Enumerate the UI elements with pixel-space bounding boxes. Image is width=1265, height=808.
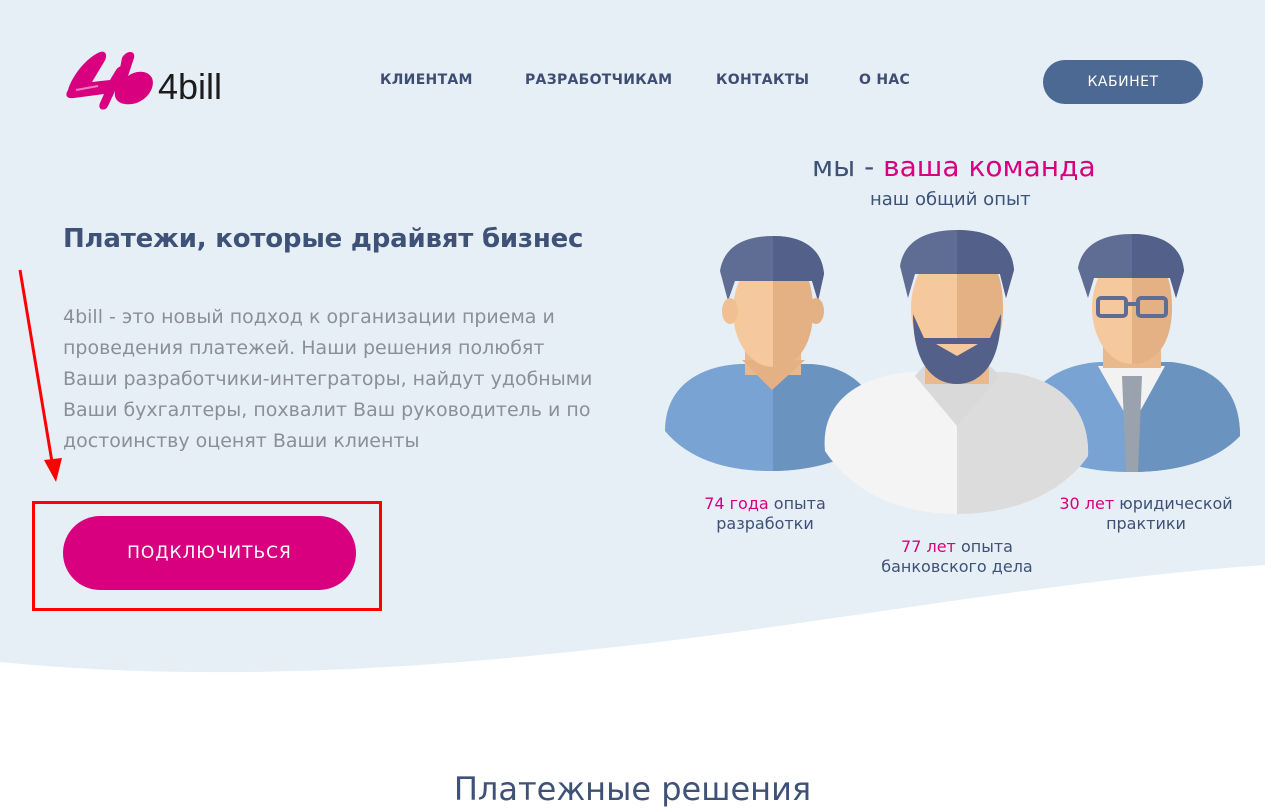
- team-stat-development: 74 года опыта разработки: [690, 494, 840, 534]
- team-title: мы - ваша команда: [812, 150, 1096, 183]
- nav-item-developers[interactable]: РАЗРАБОТЧИКАМ: [525, 72, 672, 88]
- team-subtitle: наш общий опыт: [870, 189, 1031, 210]
- team-stat-banking: 77 лет опыта банковского дела: [876, 537, 1038, 577]
- team-title-accent: ваша команда: [883, 150, 1096, 183]
- stat-label: опыта: [768, 494, 826, 513]
- nav-item-about[interactable]: О НАС: [859, 72, 910, 88]
- stat-label: юридической: [1114, 494, 1233, 513]
- team-title-prefix: мы -: [812, 150, 884, 183]
- stat-label: банковского дела: [881, 557, 1033, 576]
- cabinet-button[interactable]: КАБИНЕТ: [1043, 60, 1203, 104]
- stat-number: 74 года: [704, 494, 769, 513]
- team-illustration: [665, 230, 1240, 514]
- team-stat-legal: 30 лет юридической практики: [1046, 494, 1246, 534]
- section-title-payment-solutions: Платежные решения: [453, 770, 812, 808]
- stat-number: 77 лет: [901, 537, 956, 556]
- banker-avatar-icon: [824, 230, 1089, 514]
- nav-item-contacts[interactable]: КОНТАКТЫ: [716, 72, 809, 88]
- stat-label: практики: [1106, 514, 1186, 533]
- hero-description: 4bill - это новый подход к организации п…: [63, 306, 593, 452]
- stat-number: 30 лет: [1059, 494, 1115, 513]
- annotation-arrow-icon: [18, 269, 62, 482]
- nav-item-clients[interactable]: КЛИЕНТАМ: [380, 72, 473, 88]
- stat-label: разработки: [716, 514, 814, 533]
- hero-title: Платежи, которые драйвят бизнес: [63, 224, 584, 254]
- stat-label: опыта: [955, 537, 1013, 556]
- connect-button[interactable]: ПОДКЛЮЧИТЬСЯ: [63, 516, 356, 590]
